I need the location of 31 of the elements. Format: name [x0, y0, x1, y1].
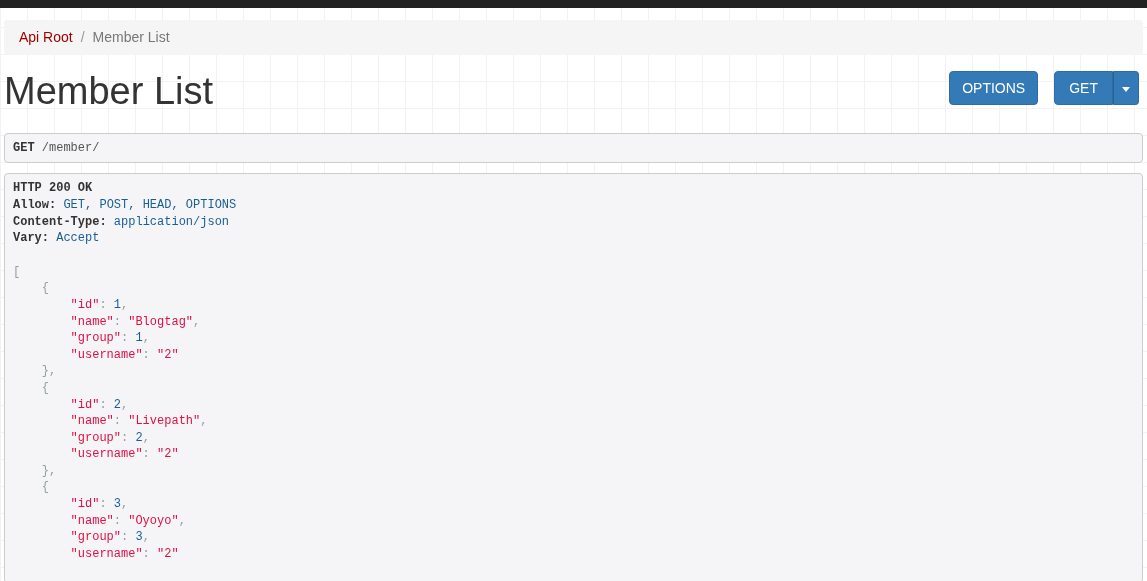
breadcrumb-separator: / [80, 28, 85, 47]
code-line: { [41, 379, 50, 397]
header-line: Allow: GET, POST, HEAD, OPTIONS [13, 197, 238, 214]
code-line: { [41, 280, 50, 297]
breadcrumb-current: Member List [92, 28, 170, 47]
code-line: "id": 1, [70, 296, 130, 314]
get-button[interactable]: GET [1054, 71, 1113, 105]
dropdown-toggle-button[interactable] [1113, 71, 1139, 105]
page-title: Member List [4, 71, 214, 113]
code-line: }, [41, 462, 58, 480]
request-line: GET /member/ [13, 139, 101, 157]
code-line: "id": 3, [70, 496, 130, 513]
code-line: "id": 2, [70, 396, 130, 414]
options-button[interactable]: OPTIONS [949, 71, 1039, 105]
code-line: "group": 3, [70, 529, 151, 546]
code-line: { [41, 479, 50, 497]
caret-icon [1122, 86, 1130, 92]
code-line: "group": 2, [70, 429, 151, 447]
code-line: "group": 1, [70, 330, 151, 347]
code-line: "username": "2" [70, 446, 180, 463]
breadcrumb-link[interactable]: Api Root [19, 27, 73, 48]
code-line: "name": "Oyoyo", [70, 512, 187, 530]
status-line: HTTP 200 OK [13, 180, 94, 197]
code-line: "name": "Livepath", [70, 413, 209, 430]
header-line: Vary: Accept [13, 230, 101, 247]
header-line: Content-Type: application/json [13, 213, 231, 231]
code-line: }, [41, 363, 58, 380]
code-line: "username": "2" [70, 545, 180, 563]
code-line: "username": "2" [70, 346, 180, 364]
code-line: "name": "Blogtag", [70, 313, 202, 331]
code-line: [ [13, 263, 22, 281]
